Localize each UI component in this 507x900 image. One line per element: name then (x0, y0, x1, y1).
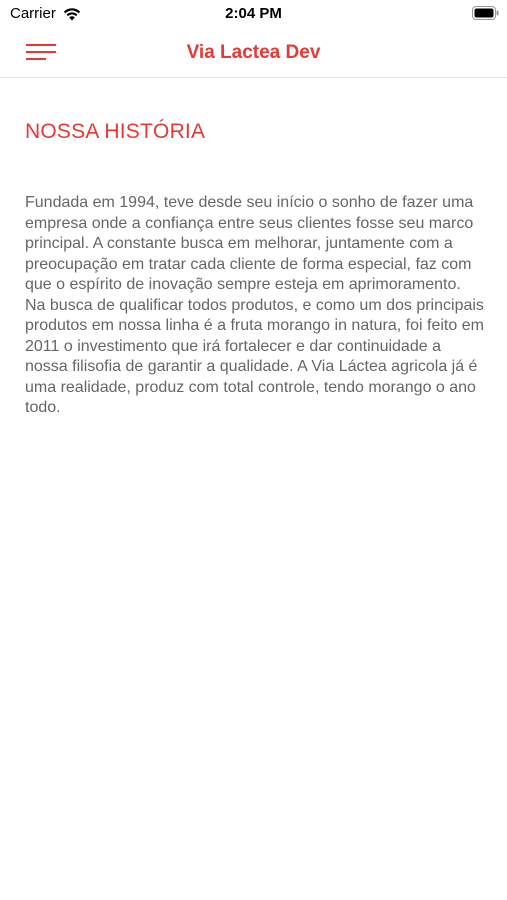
status-time: 2:04 PM (225, 5, 282, 22)
main-content: NOSSA HISTÓRIA Fundada em 1994, teve des… (25, 78, 485, 419)
history-paragraph: Fundada em 1994, teve desde seu início o… (25, 194, 484, 416)
battery-icon (472, 6, 499, 20)
nav-title: Via Lactea Dev (186, 42, 321, 63)
page-title: NOSSA HISTÓRIA (25, 120, 206, 143)
status-bar: Carrier 2:04 PM (0, 0, 507, 28)
navigation-bar: Via Lactea Dev (0, 28, 507, 78)
